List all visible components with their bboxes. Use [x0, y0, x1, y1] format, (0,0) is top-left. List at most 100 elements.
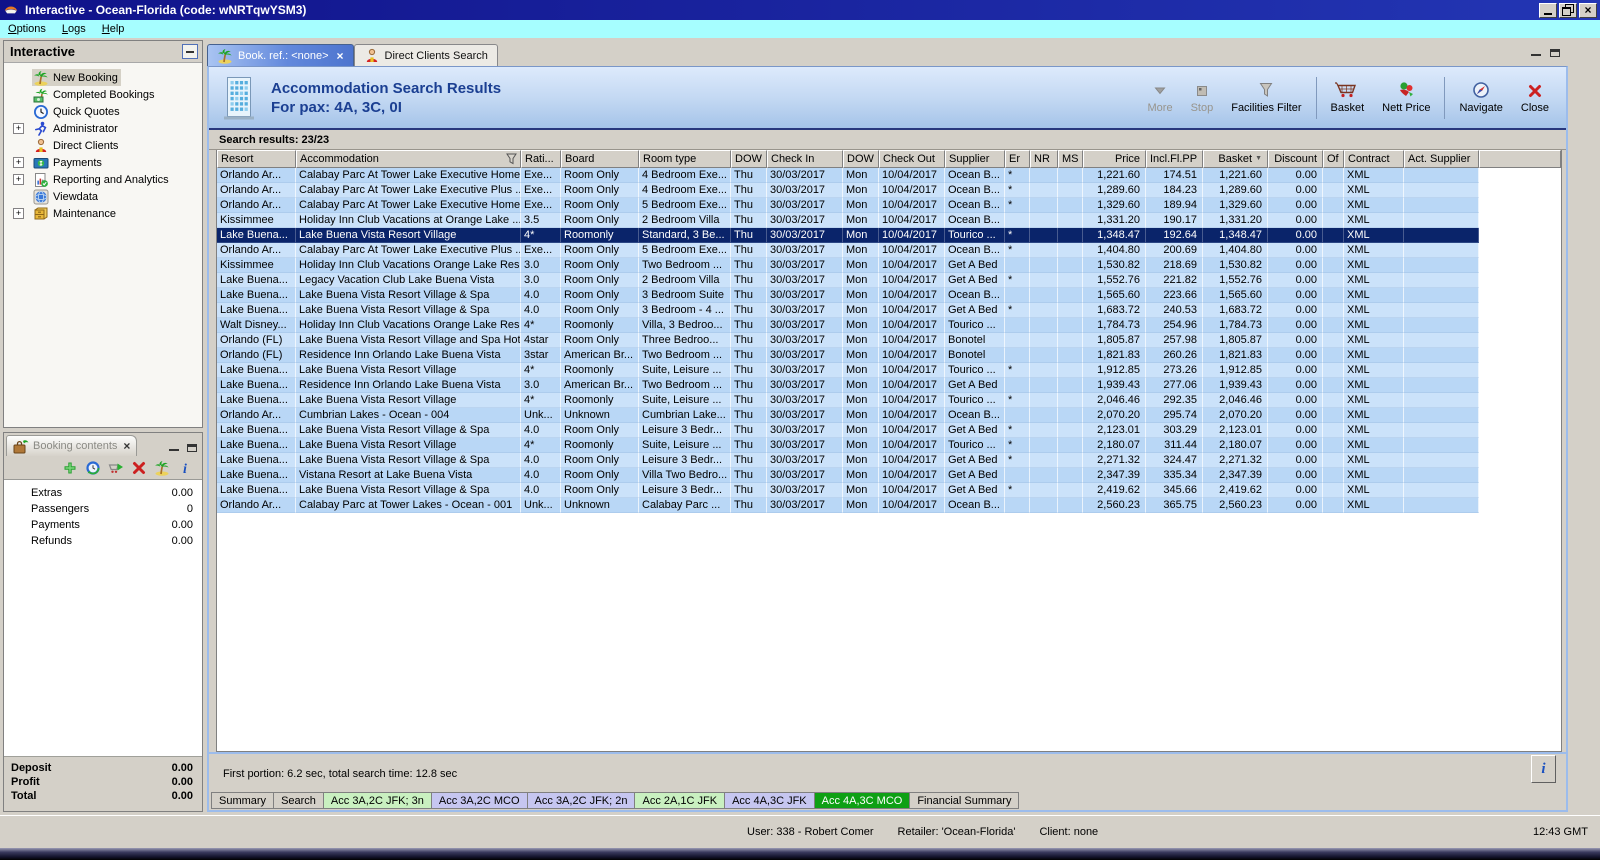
tab-direct-clients-search[interactable]: Direct Clients Search [353, 44, 498, 66]
sidebar-item-quick-quotes[interactable]: Quick Quotes [4, 103, 202, 120]
info-button-small[interactable]: i [177, 460, 193, 476]
table-row[interactable]: Lake Buena... Lake Buena Vista Resort Vil… [217, 303, 1479, 318]
column-header-discount[interactable]: Discount [1268, 150, 1323, 168]
booking-contents-row[interactable]: Payments 0.00 [4, 517, 202, 533]
table-row[interactable]: Lake Buena... Lake Buena Vista Resort Vil… [217, 393, 1479, 408]
maximize-view-icon[interactable] [1550, 49, 1560, 57]
close-window-button[interactable]: × [1579, 2, 1597, 18]
sidebar-item-new-booking[interactable]: New Booking [4, 69, 202, 86]
close-button[interactable]: Close [1512, 79, 1558, 116]
bottom-tab-acc-3a-2c-mco[interactable]: Acc 3A,2C MCO [431, 792, 528, 809]
table-row[interactable]: Lake Buena... Lake Buena Vista Resort Vil… [217, 483, 1479, 498]
column-header-nr[interactable]: NR [1030, 150, 1058, 168]
table-row[interactable]: Orlando Ar... Calabay Parc At Tower Lake … [217, 183, 1479, 198]
menu-item-options[interactable]: Options [8, 23, 46, 35]
bottom-tab-acc-3a-2c-jfk-2n[interactable]: Acc 3A,2C JFK; 2n [527, 792, 636, 809]
table-row[interactable]: Orlando (FL) Residence Inn Orlando Lake B… [217, 348, 1479, 363]
expand-plus-icon[interactable]: + [13, 208, 24, 219]
expand-plus-icon[interactable]: + [13, 157, 24, 168]
refresh-button[interactable] [85, 460, 101, 476]
bottom-tab-financial-summary[interactable]: Financial Summary [910, 792, 1020, 809]
table-row[interactable]: Orlando (FL) Lake Buena Vista Resort Vill… [217, 333, 1479, 348]
expand-plus-icon[interactable]: + [13, 123, 24, 134]
table-row[interactable]: Orlando Ar... Calabay Parc At Tower Lake … [217, 243, 1479, 258]
bottom-tab-summary[interactable]: Summary [211, 792, 275, 809]
restore-button[interactable] [1559, 2, 1577, 18]
bottom-tab-acc-4a-3c-mco[interactable]: Acc 4A,3C MCO [814, 792, 911, 809]
bottom-tab-acc-2a-1c-jfk[interactable]: Acc 2A,1C JFK [635, 792, 726, 809]
title-bar[interactable]: Interactive - Ocean-Florida (code: wNRTq… [0, 0, 1600, 20]
delete-button[interactable] [131, 460, 147, 476]
go-to-booking-button[interactable] [154, 460, 170, 476]
basket-button[interactable]: Basket [1322, 79, 1374, 116]
table-row[interactable]: Lake Buena... Lake Buena Vista Resort Vil… [217, 438, 1479, 453]
table-row[interactable]: Walt Disney... Holiday Inn Club Vacations… [217, 318, 1479, 333]
column-header-act-supplier[interactable]: Act. Supplier [1404, 150, 1479, 168]
menu-item-help[interactable]: Help [102, 23, 125, 35]
table-cell [1404, 378, 1479, 393]
bottom-tab-search[interactable]: Search [274, 792, 324, 809]
column-header-check-out[interactable]: Check Out [879, 150, 945, 168]
collapse-sidebar-button[interactable] [182, 44, 198, 59]
table-row[interactable]: Lake Buena... Lake Buena Vista Resort Vil… [217, 228, 1479, 243]
add-button[interactable] [62, 460, 78, 476]
column-header-ms[interactable]: MS [1058, 150, 1083, 168]
column-header-room-type[interactable]: Room type [639, 150, 731, 168]
minimize-button[interactable] [1539, 2, 1557, 18]
table-row[interactable]: Kissimmee Holiday Inn Club Vacations at O… [217, 213, 1479, 228]
table-row[interactable]: Lake Buena... Lake Buena Vista Resort Vil… [217, 363, 1479, 378]
column-header-supplier[interactable]: Supplier [945, 150, 1005, 168]
column-header-dow[interactable]: DOW [731, 150, 767, 168]
tab-book-ref-none[interactable]: Book. ref.: <none> × [207, 44, 354, 66]
booking-contents-row[interactable]: Refunds 0.00 [4, 533, 202, 549]
sidebar-item-maintenance[interactable]: + Maintenance [4, 205, 202, 222]
table-row[interactable]: Lake Buena... Vistana Resort at Lake Buen… [217, 468, 1479, 483]
table-row[interactable]: Lake Buena... Legacy Vacation Club Lake B… [217, 273, 1479, 288]
sidebar-item-reporting-and-analytics[interactable]: + Reporting and Analytics [4, 171, 202, 188]
bottom-tab-acc-4a-3c-jfk[interactable]: Acc 4A,3C JFK [725, 792, 815, 809]
sidebar-item-completed-bookings[interactable]: Completed Bookings [4, 86, 202, 103]
move-to-basket-button[interactable] [108, 460, 124, 476]
column-header-board[interactable]: Board [561, 150, 639, 168]
table-row[interactable]: Orlando Ar... Calabay Parc At Tower Lake … [217, 198, 1479, 213]
info-button[interactable]: i [1531, 755, 1556, 783]
column-header-incl-fl-pp[interactable]: Incl.Fl.PP [1146, 150, 1203, 168]
bottom-tab-acc-3a-2c-jfk-3n[interactable]: Acc 3A,2C JFK; 3n [323, 792, 432, 809]
minimize-view-icon[interactable] [1531, 51, 1541, 56]
nett-price-button[interactable]: Nett Price [1373, 79, 1439, 116]
table-row[interactable]: Orlando Ar... Calabay Parc at Tower Lakes… [217, 498, 1479, 513]
sidebar-item-direct-clients[interactable]: Direct Clients [4, 137, 202, 154]
column-header-dow[interactable]: DOW [843, 150, 879, 168]
navigate-button[interactable]: Navigate [1450, 79, 1511, 116]
toolbar-divider [1315, 76, 1317, 119]
close-booking-contents-icon[interactable]: × [123, 439, 130, 453]
column-header-of[interactable]: Of [1323, 150, 1344, 168]
expand-plus-icon[interactable]: + [13, 174, 24, 185]
minimize-panel-icon[interactable] [169, 446, 179, 451]
table-row[interactable]: Kissimmee Holiday Inn Club Vacations Oran… [217, 258, 1479, 273]
table-row[interactable]: Orlando Ar... Calabay Parc At Tower Lake … [217, 168, 1479, 183]
menu-item-logs[interactable]: Logs [62, 23, 86, 35]
table-row[interactable]: Lake Buena... Residence Inn Orlando Lake … [217, 378, 1479, 393]
column-header-price[interactable]: Price [1083, 150, 1146, 168]
close-tab-icon[interactable]: × [337, 49, 344, 63]
table-row[interactable]: Lake Buena... Lake Buena Vista Resort Vil… [217, 288, 1479, 303]
facilities-filter-button[interactable]: Facilities Filter [1222, 79, 1310, 116]
booking-contents-row[interactable]: Passengers 0 [4, 501, 202, 517]
sidebar-item-payments[interactable]: + Payments [4, 154, 202, 171]
column-header-rati[interactable]: Rati... [521, 150, 561, 168]
column-header-check-in[interactable]: Check In [767, 150, 843, 168]
column-header-basket[interactable]: Basket ▼ [1203, 150, 1268, 168]
column-header-contract[interactable]: Contract [1344, 150, 1404, 168]
sidebar-item-administrator[interactable]: + Administrator [4, 120, 202, 137]
column-header-resort[interactable]: Resort [217, 150, 296, 168]
table-row[interactable]: Lake Buena... Lake Buena Vista Resort Vil… [217, 453, 1479, 468]
booking-contents-row[interactable]: Extras 0.00 [4, 485, 202, 501]
maximize-panel-icon[interactable] [187, 444, 197, 452]
booking-contents-tab[interactable]: Booking contents × [6, 435, 138, 456]
table-row[interactable]: Lake Buena... Lake Buena Vista Resort Vil… [217, 423, 1479, 438]
sidebar-item-viewdata[interactable]: Viewdata [4, 188, 202, 205]
table-row[interactable]: Orlando Ar... Cumbrian Lakes - Ocean - 00… [217, 408, 1479, 423]
column-header-accommodation[interactable]: Accommodation [296, 150, 521, 168]
column-header-er[interactable]: Er [1005, 150, 1030, 168]
